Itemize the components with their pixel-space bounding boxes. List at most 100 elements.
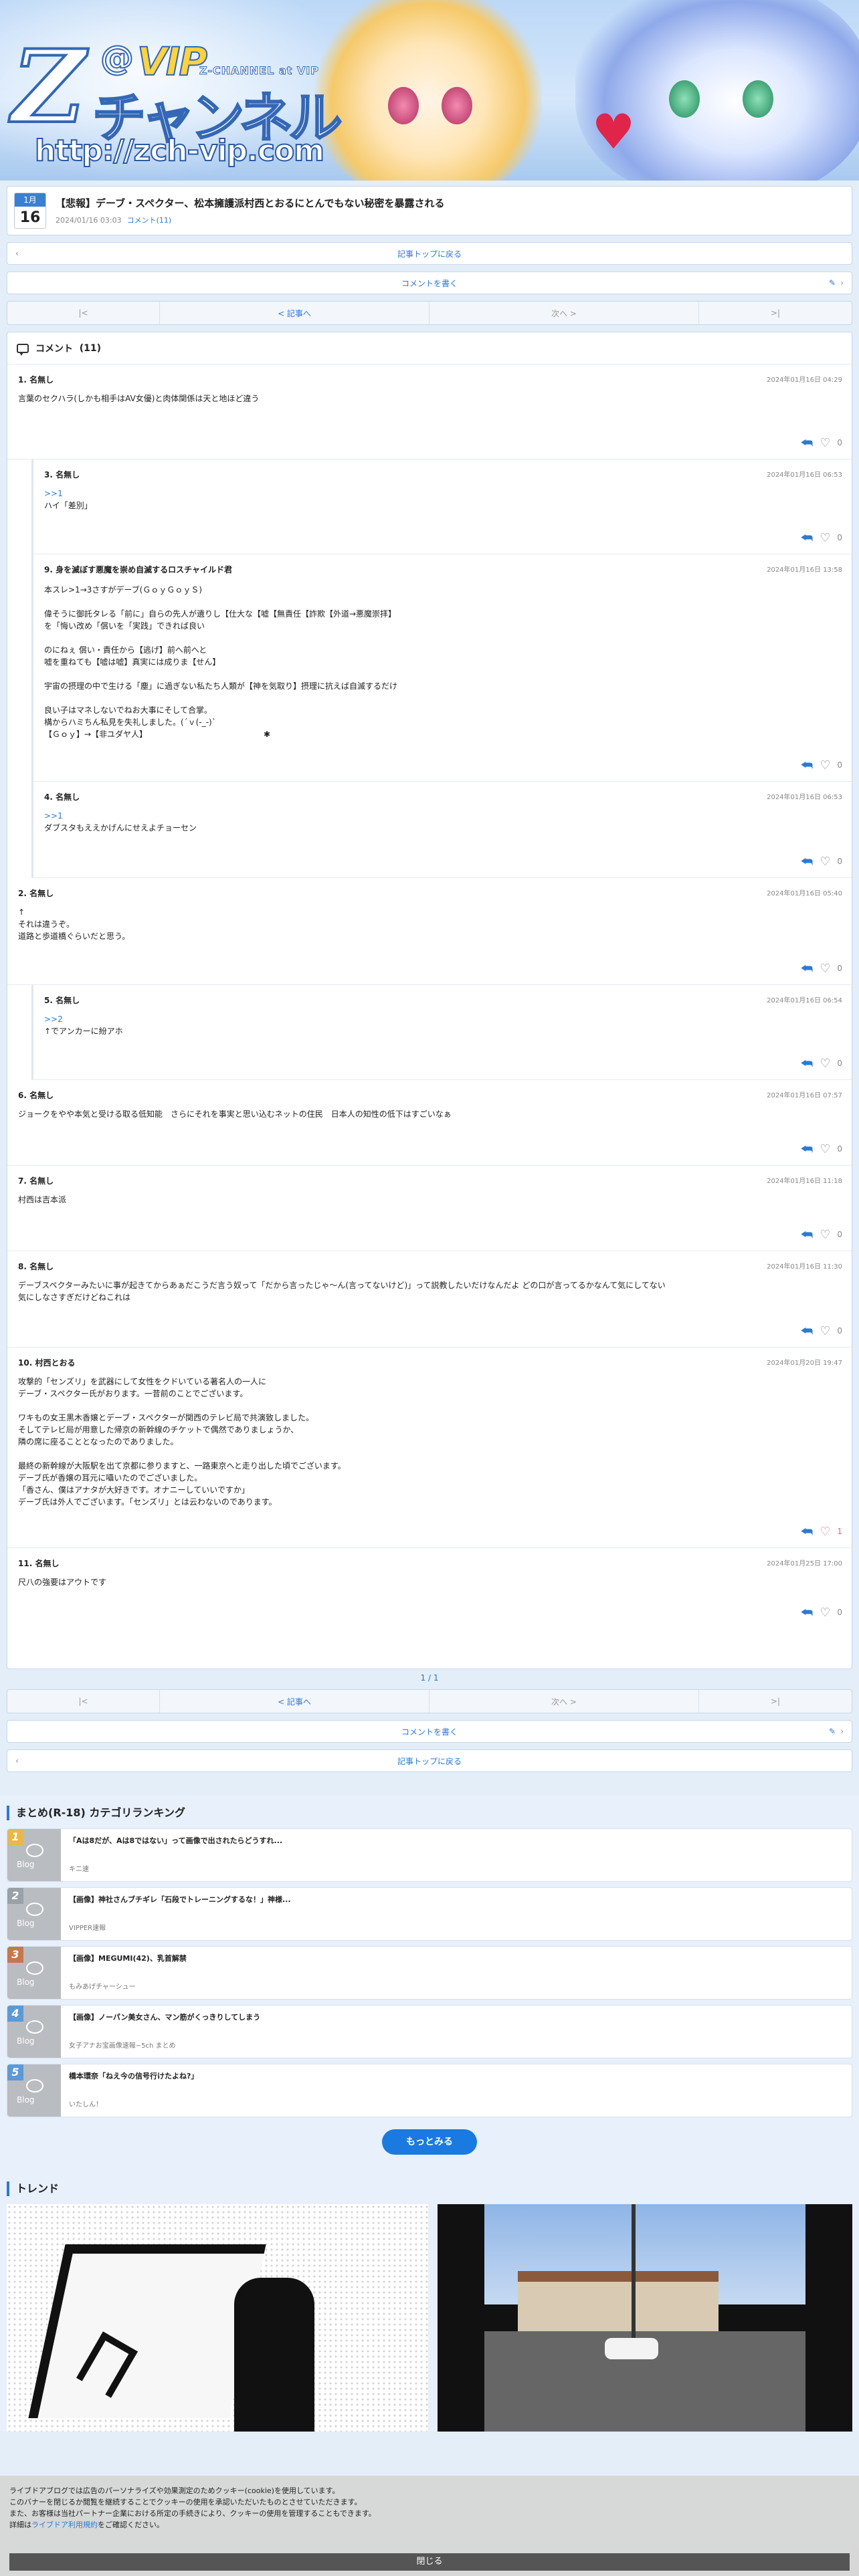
- terms-link[interactable]: ライブドア利用規約: [31, 2520, 98, 2529]
- date-month: 1月: [15, 193, 45, 207]
- ranking-item-title[interactable]: 橋本環奈「ねえ今の信号行けたよね?」: [69, 2071, 198, 2082]
- reply-anchor-link[interactable]: >>1: [44, 811, 63, 821]
- reply-icon[interactable]: ⮪: [801, 1226, 814, 1243]
- ranking-item-title[interactable]: 【画像】ノーパン美女さん、マン筋がくっきりしてしまう: [69, 2012, 260, 2023]
- comment-number: 4.: [44, 792, 53, 802]
- comment-name: 名無し: [29, 375, 54, 385]
- pager-last[interactable]: >|: [699, 302, 852, 324]
- logo-url[interactable]: http://zch-vip.com: [34, 133, 325, 169]
- reply-icon[interactable]: ⮪: [801, 1141, 814, 1157]
- comment-text: ダブスタもええかげんにせえよチョーセン: [44, 823, 197, 833]
- rank-badge: 4: [7, 2006, 23, 2022]
- comment-date: 2024年01月16日 13:58: [767, 566, 842, 574]
- reply-icon[interactable]: ⮪: [801, 1055, 814, 1071]
- street-building: [518, 2271, 719, 2338]
- rank-badge: 5: [7, 2064, 23, 2080]
- comment-count-link[interactable]: コメント(11): [127, 216, 172, 225]
- reply-icon[interactable]: ⮪: [801, 435, 814, 451]
- like-heart-icon[interactable]: ♡: [820, 1228, 830, 1242]
- ranking-title: まとめ(R-18) カテゴリランキング: [7, 1806, 852, 1820]
- blog-icon: [26, 2079, 43, 2092]
- trend-images: [7, 2204, 852, 2432]
- pager-first[interactable]: |<: [7, 302, 160, 324]
- cookie-banner: ライブドアブログでは広告のパーソナライズや効果測定のためクッキー(cookie)…: [0, 2476, 859, 2576]
- pager-next[interactable]: 次へ >: [430, 302, 699, 324]
- comment-item: 8. 名無し 2024年01月16日 11:30 デーブスペクターみたいに事が起き…: [7, 1251, 852, 1348]
- ranking-item-title[interactable]: 「Aは8だが、Aは8ではない」って画像で出されたらどうすれ...: [69, 1836, 282, 1846]
- date-box: 1月 16: [14, 193, 46, 229]
- write-comment-bar[interactable]: コメントを書く ✎ ›: [7, 272, 852, 294]
- comment-date: 2024年01月16日 11:30: [767, 1263, 842, 1271]
- like-count: 0: [837, 533, 842, 542]
- comment-date: 2024年01月25日 17:00: [767, 1560, 842, 1568]
- pager-top: |< < 記事へ 次へ > >|: [7, 301, 852, 325]
- comment-item: 5. 名無し 2024年01月16日 06:54 >>2 ↑でアンカーに紛アホ ⮪…: [31, 985, 852, 1080]
- ranking-item[interactable]: 3 Blog 【画像】MEGUMI(42)、乳首解禁 もみあげチャーシュー: [7, 1946, 852, 2000]
- trend-image-manga[interactable]: [7, 2204, 438, 2432]
- like-count: 0: [837, 1608, 842, 1617]
- more-button[interactable]: もっとみる: [382, 2129, 477, 2155]
- ranking-item-source: いたしん！: [69, 2101, 102, 2109]
- trend-image-street[interactable]: [438, 2204, 852, 2432]
- pager-first[interactable]: |<: [7, 1690, 160, 1713]
- like-count: 0: [837, 760, 842, 770]
- back-to-top-bar[interactable]: ‹ 記事トップに戻る: [7, 242, 852, 265]
- like-heart-icon[interactable]: ♡: [820, 1057, 830, 1071]
- site-header[interactable]: ♥ Z @ VIP Z-CHANNEL at VIP チャンネル http://…: [0, 0, 859, 181]
- comment-name: 身を滅ぼす悪魔を崇め自滅するロスチャイルド君: [56, 565, 232, 574]
- reply-icon[interactable]: ⮪: [801, 530, 814, 546]
- like-heart-icon[interactable]: ♡: [820, 1324, 830, 1338]
- reply-icon[interactable]: ⮪: [801, 960, 814, 976]
- like-heart-icon[interactable]: ♡: [820, 1525, 830, 1539]
- comment-text: ↑ それは違うぞ。 道路と歩道橋ぐらいだと思う。: [18, 907, 130, 941]
- like-heart-icon[interactable]: ♡: [820, 855, 830, 869]
- ranking-item-title[interactable]: 【画像】神社さんブチギレ「石段でトレーニングするな！」神様...: [69, 1895, 291, 1905]
- pager-next[interactable]: 次へ >: [430, 1690, 699, 1713]
- like-heart-icon[interactable]: ♡: [820, 1606, 830, 1620]
- reply-icon[interactable]: ⮪: [801, 757, 814, 773]
- eye-left: [669, 80, 700, 118]
- ranking-item[interactable]: 5 Blog 橋本環奈「ねえ今の信号行けたよね?」 いたしん！: [7, 2064, 852, 2117]
- comments-section: コメント (11) 1. 名無し 2024年01月16日 04:29 言葉のセクハ…: [7, 332, 852, 1669]
- comment-name: 名無し: [29, 1176, 54, 1186]
- ranking-item[interactable]: 1 Blog 「Aは8だが、Aは8ではない」って画像で出されたらどうすれ... キ…: [7, 1828, 852, 1882]
- write-comment-bar[interactable]: コメントを書く ✎ ›: [7, 1720, 852, 1743]
- like-heart-icon[interactable]: ♡: [820, 1142, 830, 1156]
- back-to-top-bar[interactable]: ‹ 記事トップに戻る: [7, 1749, 852, 1772]
- comment-name: 名無し: [29, 889, 54, 898]
- ranking-item-title[interactable]: 【画像】MEGUMI(42)、乳首解禁: [69, 1953, 187, 1964]
- ranking-item-source: キニ速: [69, 1866, 89, 1873]
- reply-icon[interactable]: ⮪: [801, 1604, 814, 1620]
- reply-icon[interactable]: ⮪: [801, 1523, 814, 1539]
- comment-number: 7.: [18, 1176, 27, 1186]
- like-heart-icon[interactable]: ♡: [820, 436, 830, 450]
- comment-date: 2024年01月20日 19:47: [767, 1360, 842, 1367]
- like-heart-icon[interactable]: ♡: [820, 962, 830, 976]
- comment-name: 村西とおる: [35, 1358, 76, 1368]
- pager-prev[interactable]: < 記事へ: [160, 1690, 430, 1713]
- write-comment-label: コメントを書く: [401, 278, 458, 288]
- ranking-item[interactable]: 4 Blog 【画像】ノーパン美女さん、マン筋がくっきりしてしまう 女子アナお宝画…: [7, 2005, 852, 2058]
- like-heart-icon[interactable]: ♡: [820, 758, 830, 772]
- ranking-item[interactable]: 2 Blog 【画像】神社さんブチギレ「石段でトレーニングするな！」神様... V…: [7, 1887, 852, 1941]
- comment-item: 3. 名無し 2024年01月16日 06:53 >>1 ハイ「差別」 ⮪ ♡ 0: [31, 459, 852, 554]
- reply-icon[interactable]: ⮪: [801, 853, 814, 869]
- cookie-close-button[interactable]: 閉じる: [9, 2553, 850, 2571]
- comment-number: 11.: [18, 1559, 33, 1568]
- ranking-section: まとめ(R-18) カテゴリランキング 1 Blog 「Aは8だが、Aは8ではない…: [0, 1795, 859, 2432]
- pager-last[interactable]: >|: [699, 1690, 852, 1713]
- comment-date: 2024年01月16日 06:53: [767, 471, 842, 479]
- pager-prev[interactable]: < 記事へ: [160, 302, 430, 324]
- reply-icon[interactable]: ⮪: [801, 1323, 814, 1339]
- like-heart-icon[interactable]: ♡: [820, 531, 830, 545]
- street-car: [605, 2338, 658, 2359]
- back-to-top-label: 記事トップに戻る: [397, 1756, 462, 1766]
- reply-anchor-link[interactable]: >>1: [44, 489, 63, 498]
- comment-text: 本スレ>1→3さすがデーブ(ＧｏｙＧｏｙＳ) 偉そうに御託タレる「前に」自らの先…: [44, 585, 398, 739]
- comment-number: 10.: [18, 1358, 33, 1368]
- reply-anchor-link[interactable]: >>2: [44, 1014, 63, 1024]
- comment-text: ハイ「差別」: [44, 501, 92, 510]
- comment-text: デーブスペクターみたいに事が起きてからあぁだこうだ言う奴って「だから言ったじゃ〜…: [18, 1281, 666, 1302]
- trend-title: トレンド: [7, 2181, 852, 2196]
- article-title[interactable]: 【悲報】デーブ・スペクター、松本擁護派村西とおるにとんでもない秘密を暴露される: [56, 196, 445, 211]
